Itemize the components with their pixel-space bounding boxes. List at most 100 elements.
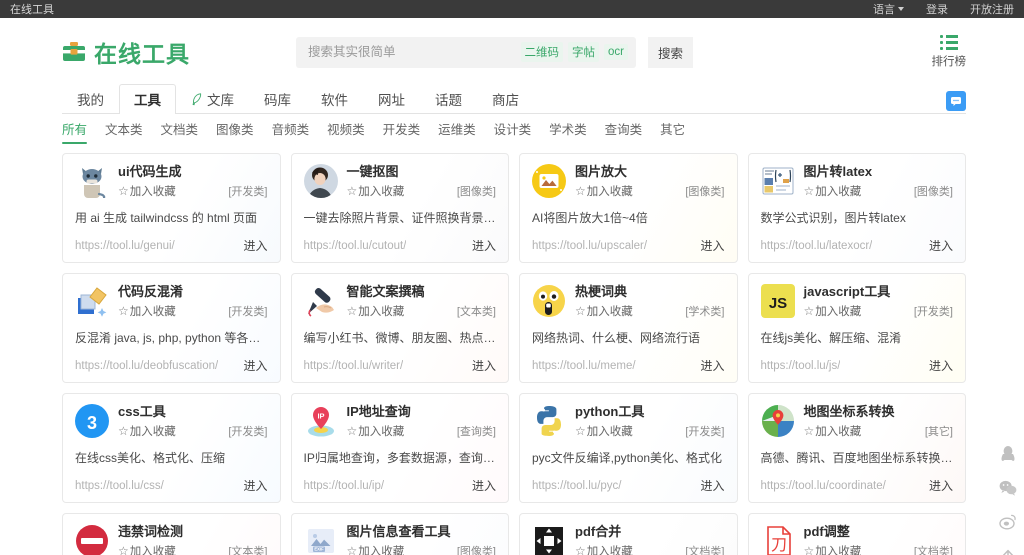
card-url[interactable]: https://tool.lu/genui/ xyxy=(75,240,175,252)
enter-link[interactable]: 进入 xyxy=(235,237,267,254)
card-url[interactable]: https://tool.lu/meme/ xyxy=(532,360,636,372)
card-url[interactable]: https://tool.lu/writer/ xyxy=(304,360,404,372)
svg-text:EXIF: EXIF xyxy=(314,547,324,552)
qq-penguin-icon[interactable] xyxy=(998,444,1018,464)
card-url[interactable]: https://tool.lu/js/ xyxy=(761,360,841,372)
tool-card[interactable]: IP IP地址查询 ☆加入收藏 [查询类] IP归属地查询，多套数据源，查询更准确 htt… xyxy=(290,393,509,503)
add-favorite-button[interactable]: ☆ 加入收藏 xyxy=(575,423,633,439)
card-url[interactable]: https://tool.lu/latexocr/ xyxy=(761,240,873,252)
subtab-video[interactable]: 视频类 xyxy=(327,119,365,144)
tab-tools[interactable]: 工具 xyxy=(119,84,176,114)
add-favorite-button[interactable]: ☆ 加入收藏 xyxy=(804,303,862,319)
card-url[interactable]: https://tool.lu/coordinate/ xyxy=(761,480,886,492)
enter-link[interactable]: 进入 xyxy=(464,477,496,494)
tab-websites[interactable]: 网址 xyxy=(363,84,420,114)
back-to-top-icon[interactable] xyxy=(998,546,1018,555)
add-favorite-button[interactable]: ☆ 加入收藏 xyxy=(118,543,176,555)
card-url[interactable]: https://tool.lu/css/ xyxy=(75,480,164,492)
search-bar[interactable]: 二维码 字帖 ocr xyxy=(296,36,636,68)
enter-link[interactable]: 进入 xyxy=(464,357,496,374)
search-input[interactable] xyxy=(308,45,516,59)
subtab-all[interactable]: 所有 xyxy=(62,119,88,144)
enter-link[interactable]: 进入 xyxy=(692,237,724,254)
register-link[interactable]: 开放注册 xyxy=(970,1,1014,17)
enter-link[interactable]: 进入 xyxy=(692,357,724,374)
tool-card[interactable]: 图片转latex ☆ 加入收藏 [图像类] 数学公式识别，图片转latex https:/… xyxy=(747,153,966,263)
add-favorite-button[interactable]: ☆ 加入收藏 xyxy=(575,303,633,319)
tool-card-grid: ui代码生成 ☆ 加入收藏 [开发类] 用 ai 生成 tailwindcss 的 ht… xyxy=(62,153,966,555)
card-url[interactable]: https://tool.lu/pyc/ xyxy=(532,480,622,492)
tool-card[interactable]: 地图坐标系转换 ☆加入收藏 [其它] 高德、腾讯、百度地图坐标系转换，经纬度... ht… xyxy=(747,393,966,503)
search-button[interactable]: 搜索 xyxy=(648,36,694,68)
enter-link[interactable]: 进入 xyxy=(921,477,953,494)
tool-card[interactable]: python工具 ☆ 加入收藏 [开发类] pyc文件反编译,python美化、格式化 h… xyxy=(519,393,738,503)
tool-card[interactable]: EXIF图片信息查看工具☆加入收藏[图像类]进入 xyxy=(290,513,509,555)
add-favorite-button[interactable]: ☆ 加入收藏 xyxy=(575,543,633,555)
enter-link[interactable]: 进入 xyxy=(921,237,953,254)
tab-codebase[interactable]: 码库 xyxy=(249,84,306,114)
logo-text: 在线工具 xyxy=(94,41,190,67)
hot-tag-copybook[interactable]: 字帖 xyxy=(568,42,600,62)
tool-card[interactable]: 代码反混淆 ☆ 加入收藏 [开发类] 反混淆 java, js, php, python… xyxy=(62,273,281,383)
login-link[interactable]: 登录 xyxy=(926,1,948,17)
hot-tag-ocr[interactable]: ocr xyxy=(604,44,628,60)
add-favorite-button[interactable]: ☆ 加入收藏 xyxy=(804,543,862,555)
enter-link[interactable]: 进入 xyxy=(235,477,267,494)
tab-store[interactable]: 商店 xyxy=(477,84,534,114)
tool-card[interactable]: 刀pdf调整☆加入收藏[文档类]进入 xyxy=(747,513,966,555)
subtab-academic[interactable]: 学术类 xyxy=(549,119,587,144)
add-favorite-button[interactable]: ☆ 加入收藏 xyxy=(347,183,405,199)
enter-link[interactable]: 进入 xyxy=(464,237,496,254)
tool-card[interactable]: JS javascript工具 ☆ 加入收藏 [开发类] 在线js美化、解压缩、混淆 htt… xyxy=(747,273,966,383)
add-favorite-button[interactable]: ☆ 加入收藏 xyxy=(804,183,862,199)
site-logo[interactable]: 在线工具 xyxy=(62,35,190,69)
enter-link[interactable]: 进入 xyxy=(692,477,724,494)
subtab-operations[interactable]: 运维类 xyxy=(438,119,476,144)
tool-card[interactable]: 一键抠图 ☆加入收藏 [图像类] 一键去除照片背景、证件照换背景、商品白... http… xyxy=(290,153,509,263)
add-favorite-button[interactable]: ☆ 加入收藏 xyxy=(347,423,405,439)
chat-bubble-icon xyxy=(951,97,961,106)
tool-card[interactable]: 违禁词检测☆加入收藏[文本类]进入 xyxy=(62,513,281,555)
tab-library[interactable]: 文库 xyxy=(176,84,249,114)
tool-card[interactable]: ui代码生成 ☆ 加入收藏 [开发类] 用 ai 生成 tailwindcss 的 ht… xyxy=(62,153,281,263)
language-selector[interactable]: 语言 xyxy=(873,1,904,17)
add-favorite-button[interactable]: ☆ 加入收藏 xyxy=(347,303,405,319)
add-favorite-button[interactable]: ☆ 加入收藏 xyxy=(804,423,862,439)
tool-card[interactable]: 3 css工具 ☆ 加入收藏 [开发类] 在线css美化、格式化、压缩 https://to… xyxy=(62,393,281,503)
tool-card[interactable]: 图片放大 ☆ 加入收藏 [图像类] AI将图片放大1倍~4倍 https://tool.l… xyxy=(519,153,738,263)
card-url[interactable]: https://tool.lu/deobfuscation/ xyxy=(75,360,218,372)
favorite-label: 加入收藏 xyxy=(129,186,176,198)
subtab-document[interactable]: 文档类 xyxy=(161,119,199,144)
add-favorite-button[interactable]: ☆ 加入收藏 xyxy=(347,543,405,555)
add-favorite-button[interactable]: ☆ 加入收藏 xyxy=(118,183,176,199)
card-url[interactable]: https://tool.lu/ip/ xyxy=(304,480,385,492)
tool-card[interactable]: 智能文案撰稿 ☆加入收藏 [文本类] 编写小红书、微博、朋友圈、热点评论等文案 http… xyxy=(290,273,509,383)
tool-card[interactable]: pdf合并☆加入收藏[文档类]进入 xyxy=(519,513,738,555)
subtab-text[interactable]: 文本类 xyxy=(105,119,143,144)
enter-link[interactable]: 进入 xyxy=(235,357,267,374)
subtab-image[interactable]: 图像类 xyxy=(216,119,254,144)
feedback-chat-button[interactable] xyxy=(946,91,966,111)
card-url[interactable]: https://tool.lu/upscaler/ xyxy=(532,240,647,252)
enter-link[interactable]: 进入 xyxy=(921,357,953,374)
tab-my[interactable]: 我的 xyxy=(62,84,119,114)
add-favorite-button[interactable]: ☆ 加入收藏 xyxy=(118,423,176,439)
weibo-icon[interactable] xyxy=(998,512,1018,532)
add-favorite-button[interactable]: ☆ 加入收藏 xyxy=(575,183,633,199)
subtab-design[interactable]: 设计类 xyxy=(494,119,532,144)
subtab-development[interactable]: 开发类 xyxy=(383,119,421,144)
tab-topics[interactable]: 话题 xyxy=(420,84,477,114)
add-favorite-button[interactable]: ☆ 加入收藏 xyxy=(118,303,176,319)
subtab-query[interactable]: 查询类 xyxy=(605,119,643,144)
card-description: 编写小红书、微博、朋友圈、热点评论等文案 xyxy=(303,331,497,345)
card-url[interactable]: https://tool.lu/cutout/ xyxy=(304,240,407,252)
ranking-entry[interactable]: 排行榜 xyxy=(932,35,966,69)
wechat-icon[interactable] xyxy=(998,478,1018,498)
favorite-label: 加入收藏 xyxy=(815,306,862,318)
tab-software[interactable]: 软件 xyxy=(306,84,363,114)
subtab-audio[interactable]: 音频类 xyxy=(272,119,310,144)
hot-tag-qrcode[interactable]: 二维码 xyxy=(520,42,564,62)
subtab-other[interactable]: 其它 xyxy=(660,119,685,144)
top-brand-link[interactable]: 在线工具 xyxy=(10,1,54,17)
tool-card[interactable]: 热梗词典 ☆ 加入收藏 [学术类] 网络热词、什么梗、网络流行语 https://tool… xyxy=(519,273,738,383)
